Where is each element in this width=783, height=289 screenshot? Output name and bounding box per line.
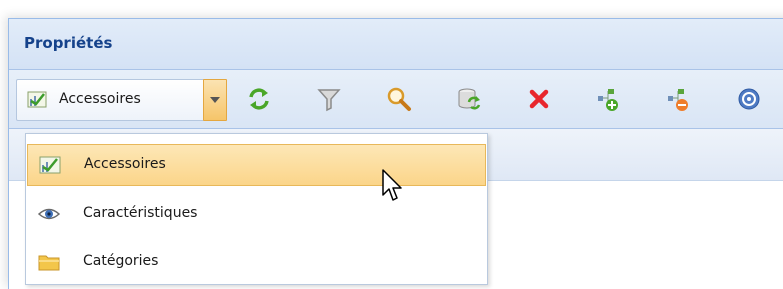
- mouse-pointer-icon: [382, 169, 404, 207]
- help-icon: [738, 88, 760, 110]
- property-type-combo[interactable]: Accessoires: [16, 79, 227, 121]
- remove-node-button[interactable]: [665, 85, 693, 113]
- toolbar: Accessoires: [9, 70, 783, 129]
- panel-title: Propriétés: [24, 34, 113, 52]
- folder-icon: [38, 253, 60, 271]
- dropdown-item-label: Accessoires: [84, 156, 166, 172]
- search-button[interactable]: [385, 85, 413, 113]
- dropdown-item-categories[interactable]: Catégories: [27, 242, 486, 282]
- close-icon: [529, 89, 549, 109]
- delete-button[interactable]: [525, 85, 553, 113]
- help-button[interactable]: [735, 85, 763, 113]
- dropdown-item-label: Caractéristiques: [83, 205, 198, 221]
- filter-button[interactable]: [315, 85, 343, 113]
- database-refresh-icon: [458, 88, 481, 110]
- chart-check-icon: [39, 156, 61, 174]
- chevron-down-icon: [210, 97, 220, 103]
- tree-remove-icon: [668, 89, 688, 111]
- property-type-dropdown: Accessoires Caractéristiques Catégories: [25, 133, 488, 285]
- add-node-button[interactable]: [595, 85, 623, 113]
- eye-icon: [37, 205, 61, 223]
- refresh-button[interactable]: [245, 85, 273, 113]
- dropdown-item-caracteristiques[interactable]: Caractéristiques: [27, 194, 486, 234]
- chart-check-icon: [27, 91, 47, 108]
- combo-selected-value: Accessoires: [59, 91, 141, 107]
- search-icon: [387, 87, 411, 111]
- dropdown-item-label: Catégories: [83, 253, 159, 269]
- refresh-icon: [249, 88, 269, 110]
- combo-dropdown-trigger[interactable]: [203, 79, 227, 121]
- filter-icon: [317, 89, 341, 112]
- panel-header: Propriétés: [9, 19, 783, 70]
- dropdown-item-accessoires[interactable]: Accessoires: [27, 144, 486, 186]
- tree-add-icon: [598, 89, 618, 111]
- database-refresh-button[interactable]: [455, 85, 483, 113]
